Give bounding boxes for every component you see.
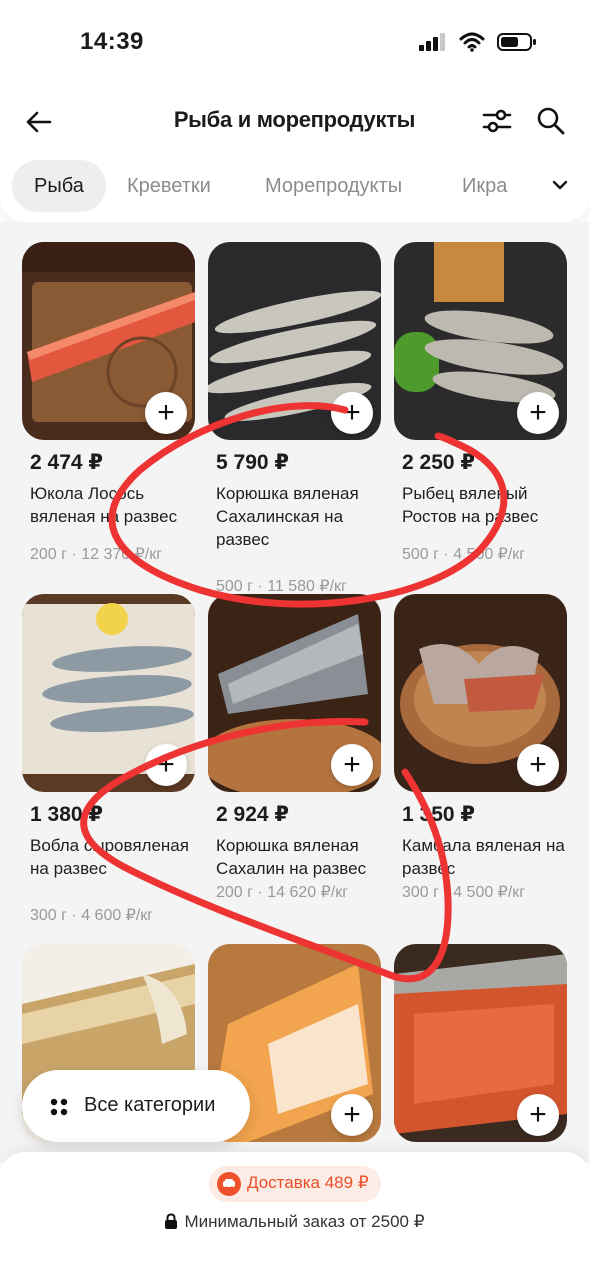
navigation-header: Рыба и морепродукты <box>0 95 589 147</box>
filter-sliders-icon[interactable] <box>481 105 513 137</box>
product-name: Камбала вяленая на развес <box>402 836 565 878</box>
product-weight: 500 г · 11 580 ₽/кг <box>216 578 347 595</box>
add-to-cart-button[interactable]: + <box>517 744 559 786</box>
all-categories-label: Все категории <box>84 1094 216 1116</box>
product-weight: 200 г · 12 370 ₽/кг <box>30 546 163 563</box>
add-to-cart-button[interactable]: + <box>145 744 187 786</box>
product-name: Корюшка вяленая Сахалин на развес <box>216 836 367 878</box>
delivery-label: Доставка 489 ₽ <box>247 1173 369 1192</box>
product-price: 1 380 ₽ <box>30 803 103 826</box>
status-bar: 14:39 <box>0 0 589 90</box>
tab-seafood[interactable]: Морепродукты <box>265 160 402 212</box>
bottom-panel: Доставка 489 ₽ Минимальный заказ от 2500… <box>0 1152 589 1280</box>
grid-dots-icon <box>50 1098 68 1116</box>
product-name: Вобла сыровяленая на развес <box>30 836 189 878</box>
delivery-car-icon <box>217 1172 241 1196</box>
tab-fish[interactable]: Рыба <box>12 160 106 212</box>
product-price: 1 350 ₽ <box>402 803 475 826</box>
lock-icon <box>165 1213 178 1229</box>
product-name: Юкола Лосось вяленая на развес <box>30 484 178 526</box>
product-price: 2 250 ₽ <box>402 451 475 474</box>
product-price: 2 924 ₽ <box>216 803 289 826</box>
product-price: 2 474 ₽ <box>30 451 103 474</box>
wifi-icon <box>459 32 485 52</box>
product-weight: 300 г · 4 600 ₽/кг <box>30 907 154 924</box>
add-to-cart-button[interactable]: + <box>331 744 373 786</box>
product-weight: 500 г · 4 500 ₽/кг <box>402 546 526 563</box>
add-to-cart-button[interactable]: + <box>517 392 559 434</box>
product-price: 5 790 ₽ <box>216 451 289 474</box>
product-card[interactable]: + <box>394 944 567 1142</box>
battery-icon <box>497 33 536 51</box>
delivery-badge[interactable]: Доставка 489 ₽ <box>209 1166 381 1202</box>
product-weight: 200 г · 14 620 ₽/кг <box>216 884 349 901</box>
status-time: 14:39 <box>80 28 144 55</box>
cellular-signal-icon <box>419 33 445 51</box>
product-name: Рыбец вяленый Ростов на развес <box>402 484 539 526</box>
product-card[interactable]: + 5 790 ₽ Корюшка вяленая Сахалинская на… <box>208 242 381 602</box>
product-card[interactable]: + 2 250 ₽ Рыбец вяленый Ростов на развес… <box>394 242 567 572</box>
category-tabs: Рыба Креветки Морепродукты Икра <box>0 150 589 222</box>
add-to-cart-button[interactable]: + <box>331 1094 373 1136</box>
product-grid: + 2 474 ₽ Юкола Лосось вяленая на развес… <box>0 222 589 1162</box>
all-categories-button[interactable]: Все категории <box>22 1070 250 1142</box>
product-card[interactable]: + 2 924 ₽ Корюшка вяленая Сахалин на раз… <box>208 594 381 924</box>
search-icon[interactable] <box>535 105 567 137</box>
min-order-text: Минимальный заказ от 2500 ₽ <box>0 1212 589 1232</box>
tab-shrimp[interactable]: Креветки <box>127 160 211 212</box>
product-card[interactable]: + 1 380 ₽ Вобла сыровяленая на развес 30… <box>22 594 195 924</box>
add-to-cart-button[interactable]: + <box>517 1094 559 1136</box>
min-order-label: Минимальный заказ от 2500 ₽ <box>184 1212 425 1231</box>
status-icons <box>419 32 537 52</box>
product-weight: 300 г · 4 500 ₽/кг <box>402 884 526 901</box>
product-card[interactable]: + 2 474 ₽ Юкола Лосось вяленая на развес… <box>22 242 195 572</box>
add-to-cart-button[interactable]: + <box>145 392 187 434</box>
product-card[interactable]: + 1 350 ₽ Камбала вяленая на развес 300 … <box>394 594 567 924</box>
product-name: Корюшка вяленая Сахалинская на развес <box>216 484 359 549</box>
tab-caviar[interactable]: Икра <box>462 160 507 212</box>
chevron-down-icon[interactable] <box>549 174 571 196</box>
add-to-cart-button[interactable]: + <box>331 392 373 434</box>
